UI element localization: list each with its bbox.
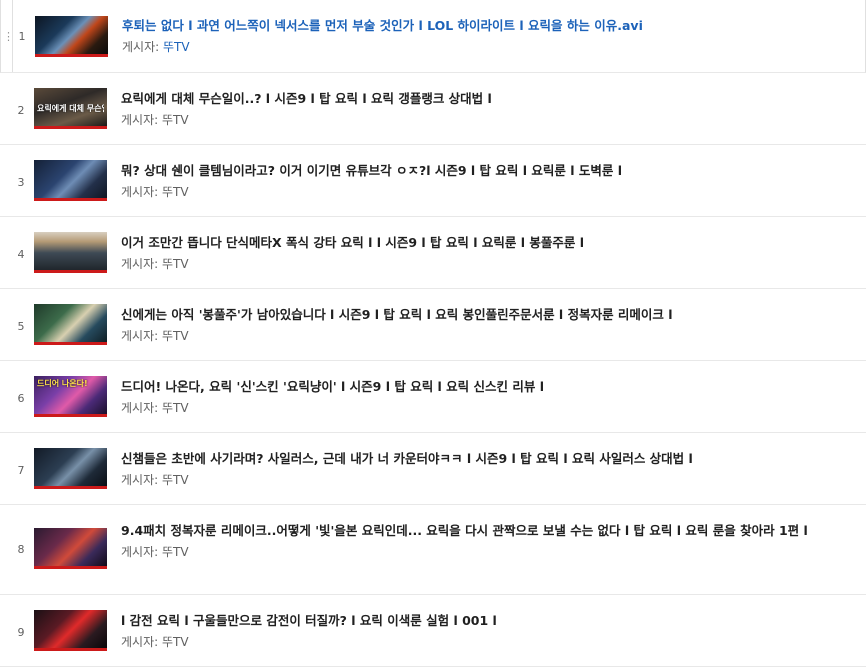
video-byline: 게시자: 뚜TV <box>121 327 836 344</box>
playlist-item[interactable]: 5 신에게는 아직 '봉풀주'가 남아있습니다 l 시즌9 l 탑 요릭 l 요… <box>0 289 866 361</box>
playlist-item[interactable]: 3 뭐? 상대 쉔이 클템님이라고? 이거 이기면 유튜브각 ㅇㅈ?l 시즌9 … <box>0 145 866 217</box>
channel-name[interactable]: 뚜TV <box>162 257 189 271</box>
byline-prefix: 게시자: <box>121 401 159 415</box>
byline-prefix: 게시자: <box>121 545 159 559</box>
video-title[interactable]: 후퇴는 없다 l 과연 어느쪽이 넥서스를 먼저 부술 것인가 l LOL 하이… <box>122 17 835 34</box>
video-byline: 게시자: 뚜TV <box>121 543 836 560</box>
playlist-item[interactable]: 7 신챔들은 초반에 사기라며? 사일러스, 근데 내가 너 카운터야ㅋㅋ l … <box>0 433 866 505</box>
video-title[interactable]: 드디어! 나온다, 요릭 '신'스킨 '요릭냥이' l 시즌9 l 탑 요릭 l… <box>121 378 836 395</box>
video-byline: 게시자: 뚜TV <box>121 255 836 272</box>
video-byline: 게시자: 뚜TV <box>121 399 836 416</box>
byline-prefix: 게시자: <box>121 329 159 343</box>
item-index: 8 <box>17 543 25 556</box>
video-title[interactable]: l 감전 요릭 l 구울들만으로 감전이 터질까? l 요릭 이색룬 실험 l … <box>121 612 836 629</box>
video-byline: 게시자: 뚜TV <box>121 471 836 488</box>
playlist-item[interactable]: 6 드디어 나온다! 드디어! 나온다, 요릭 '신'스킨 '요릭냥이' l 시… <box>0 361 866 433</box>
video-byline: 게시자: 뚜TV <box>122 38 835 55</box>
item-index: 7 <box>17 464 25 477</box>
channel-name[interactable]: 뚜TV <box>162 473 189 487</box>
playlist-item[interactable]: 2 요릭에게 대체 무슨일이? 요릭에게 대체 무슨일이..? l 시즌9 l … <box>0 73 866 145</box>
video-thumbnail[interactable]: 드디어 나온다! <box>34 376 107 417</box>
playlist-item[interactable]: 9 l 감전 요릭 l 구울들만으로 감전이 터질까? l 요릭 이색룬 실험 … <box>0 595 866 667</box>
video-title[interactable]: 신에게는 아직 '봉풀주'가 남아있습니다 l 시즌9 l 탑 요릭 l 요릭 … <box>121 306 836 323</box>
playlist-item[interactable]: 4 이거 조만간 뜹니다 단식메타X 폭식 강타 요릭 l l 시즌9 l 탑 … <box>0 217 866 289</box>
channel-name[interactable]: 뚜TV <box>162 113 189 127</box>
video-byline: 게시자: 뚜TV <box>121 633 836 650</box>
byline-prefix: 게시자: <box>122 40 160 54</box>
playlist-item[interactable]: ⋮ 1 후퇴는 없다 l 과연 어느쪽이 넥서스를 먼저 부술 것인가 l LO… <box>0 0 866 73</box>
item-index: 5 <box>17 320 25 333</box>
video-byline: 게시자: 뚜TV <box>121 183 836 200</box>
channel-name[interactable]: 뚜TV <box>162 635 189 649</box>
video-thumbnail[interactable] <box>34 304 107 345</box>
video-title[interactable]: 뭐? 상대 쉔이 클템님이라고? 이거 이기면 유튜브각 ㅇㅈ?l 시즌9 l … <box>121 162 836 179</box>
video-title[interactable]: 요릭에게 대체 무슨일이..? l 시즌9 l 탑 요릭 l 요릭 갱플랭크 상… <box>121 90 836 107</box>
byline-prefix: 게시자: <box>121 635 159 649</box>
playlist-item[interactable]: 8 9.4패치 정복자룬 리메이크..어떻게 '빛'을본 요릭인데... 요릭을… <box>0 505 866 595</box>
channel-name[interactable]: 뚜TV <box>162 329 189 343</box>
item-index: 6 <box>17 392 25 405</box>
video-thumbnail[interactable] <box>34 528 107 569</box>
video-title[interactable]: 이거 조만간 뜹니다 단식메타X 폭식 강타 요릭 l l 시즌9 l 탑 요릭… <box>121 234 836 251</box>
channel-name[interactable]: 뚜TV <box>162 401 189 415</box>
channel-name[interactable]: 뚜TV <box>162 185 189 199</box>
channel-name[interactable]: 뚜TV <box>163 40 190 54</box>
item-index: 4 <box>17 248 25 261</box>
video-thumbnail[interactable] <box>35 16 108 57</box>
byline-prefix: 게시자: <box>121 113 159 127</box>
video-byline: 게시자: 뚜TV <box>121 111 836 128</box>
channel-name[interactable]: 뚜TV <box>162 545 189 559</box>
video-title[interactable]: 신챔들은 초반에 사기라며? 사일러스, 근데 내가 너 카운터야ㅋㅋ l 시즌… <box>121 450 836 467</box>
item-index: 1 <box>18 30 26 43</box>
video-thumbnail[interactable] <box>34 232 107 273</box>
item-index: 2 <box>17 104 25 117</box>
video-thumbnail[interactable]: 요릭에게 대체 무슨일이? <box>34 88 107 129</box>
byline-prefix: 게시자: <box>121 257 159 271</box>
item-index: 3 <box>17 176 25 189</box>
video-thumbnail[interactable] <box>34 610 107 651</box>
video-title[interactable]: 9.4패치 정복자룬 리메이크..어떻게 '빛'을본 요릭인데... 요릭을 다… <box>121 522 836 539</box>
byline-prefix: 게시자: <box>121 185 159 199</box>
video-thumbnail[interactable] <box>34 448 107 489</box>
video-thumbnail[interactable] <box>34 160 107 201</box>
byline-prefix: 게시자: <box>121 473 159 487</box>
item-index: 9 <box>17 626 25 639</box>
playlist: ⋮ 1 후퇴는 없다 l 과연 어느쪽이 넥서스를 먼저 부술 것인가 l LO… <box>0 0 866 667</box>
